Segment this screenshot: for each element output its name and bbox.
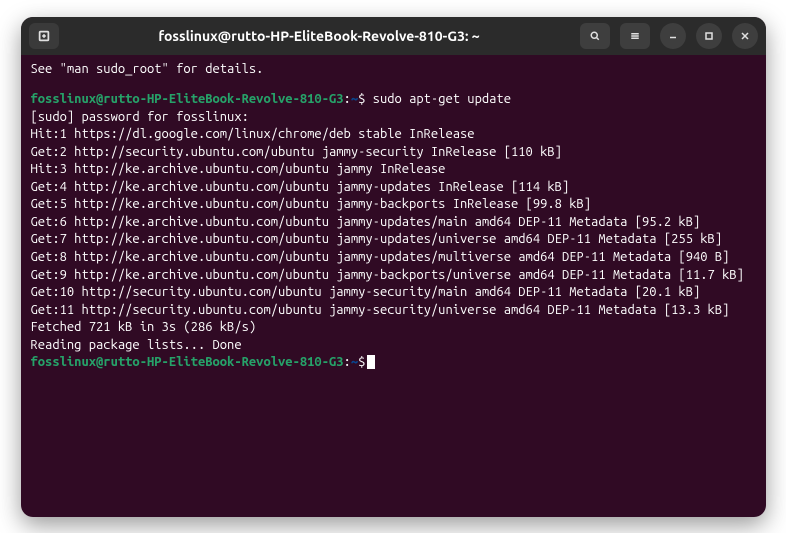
output-line: Get:5 http://ke.archive.ubuntu.com/ubunt… xyxy=(31,196,756,214)
prompt-line: fosslinux@rutto-HP-EliteBook-Revolve-810… xyxy=(31,91,756,109)
hamburger-icon xyxy=(629,30,641,42)
search-icon xyxy=(589,30,601,42)
output-line: Get:2 http://security.ubuntu.com/ubuntu … xyxy=(31,144,756,162)
output-line: Get:10 http://security.ubuntu.com/ubuntu… xyxy=(31,284,756,302)
close-button[interactable] xyxy=(732,23,758,49)
output-line: Get:9 http://ke.archive.ubuntu.com/ubunt… xyxy=(31,267,756,285)
terminal-window: fosslinux@rutto-HP-EliteBook-Revolve-810… xyxy=(21,17,766,517)
prompt-line: fosslinux@rutto-HP-EliteBook-Revolve-810… xyxy=(31,354,756,372)
titlebar: fosslinux@rutto-HP-EliteBook-Revolve-810… xyxy=(21,17,766,55)
menu-button[interactable] xyxy=(620,23,650,49)
prompt-user-host: fosslinux@rutto-HP-EliteBook-Revolve-810… xyxy=(31,355,344,369)
minimize-button[interactable] xyxy=(660,23,686,49)
titlebar-right-controls xyxy=(580,23,758,49)
output-line: Get:7 http://ke.archive.ubuntu.com/ubunt… xyxy=(31,231,756,249)
maximize-button[interactable] xyxy=(696,23,722,49)
minimize-icon xyxy=(667,30,679,42)
search-button[interactable] xyxy=(580,23,610,49)
output-line: [sudo] password for fosslinux: xyxy=(31,109,756,127)
cursor xyxy=(367,355,375,369)
prompt-symbol: $ xyxy=(358,355,365,369)
close-icon xyxy=(739,30,751,42)
output-line: Get:8 http://ke.archive.ubuntu.com/ubunt… xyxy=(31,249,756,267)
output-line: Get:4 http://ke.archive.ubuntu.com/ubunt… xyxy=(31,179,756,197)
output-line: Hit:3 http://ke.archive.ubuntu.com/ubunt… xyxy=(31,161,756,179)
window-title: fosslinux@rutto-HP-EliteBook-Revolve-810… xyxy=(67,28,572,44)
output-line: Hit:1 https://dl.google.com/linux/chrome… xyxy=(31,126,756,144)
prompt-user-host: fosslinux@rutto-HP-EliteBook-Revolve-810… xyxy=(31,92,344,106)
titlebar-left-controls xyxy=(29,23,59,49)
prompt-colon: : xyxy=(344,92,351,106)
output-line: Get:6 http://ke.archive.ubuntu.com/ubunt… xyxy=(31,214,756,232)
new-tab-icon xyxy=(37,29,51,43)
output-line: See "man sudo_root" for details. xyxy=(31,61,756,79)
prompt-colon: : xyxy=(344,355,351,369)
new-tab-button[interactable] xyxy=(29,23,59,49)
output-line: Get:11 http://security.ubuntu.com/ubuntu… xyxy=(31,302,756,320)
command-text: sudo apt-get update xyxy=(365,92,511,106)
terminal-output[interactable]: See "man sudo_root" for details. fosslin… xyxy=(21,55,766,517)
output-line: Reading package lists... Done xyxy=(31,337,756,355)
output-line: Fetched 721 kB in 3s (286 kB/s) xyxy=(31,319,756,337)
maximize-icon xyxy=(703,30,715,42)
